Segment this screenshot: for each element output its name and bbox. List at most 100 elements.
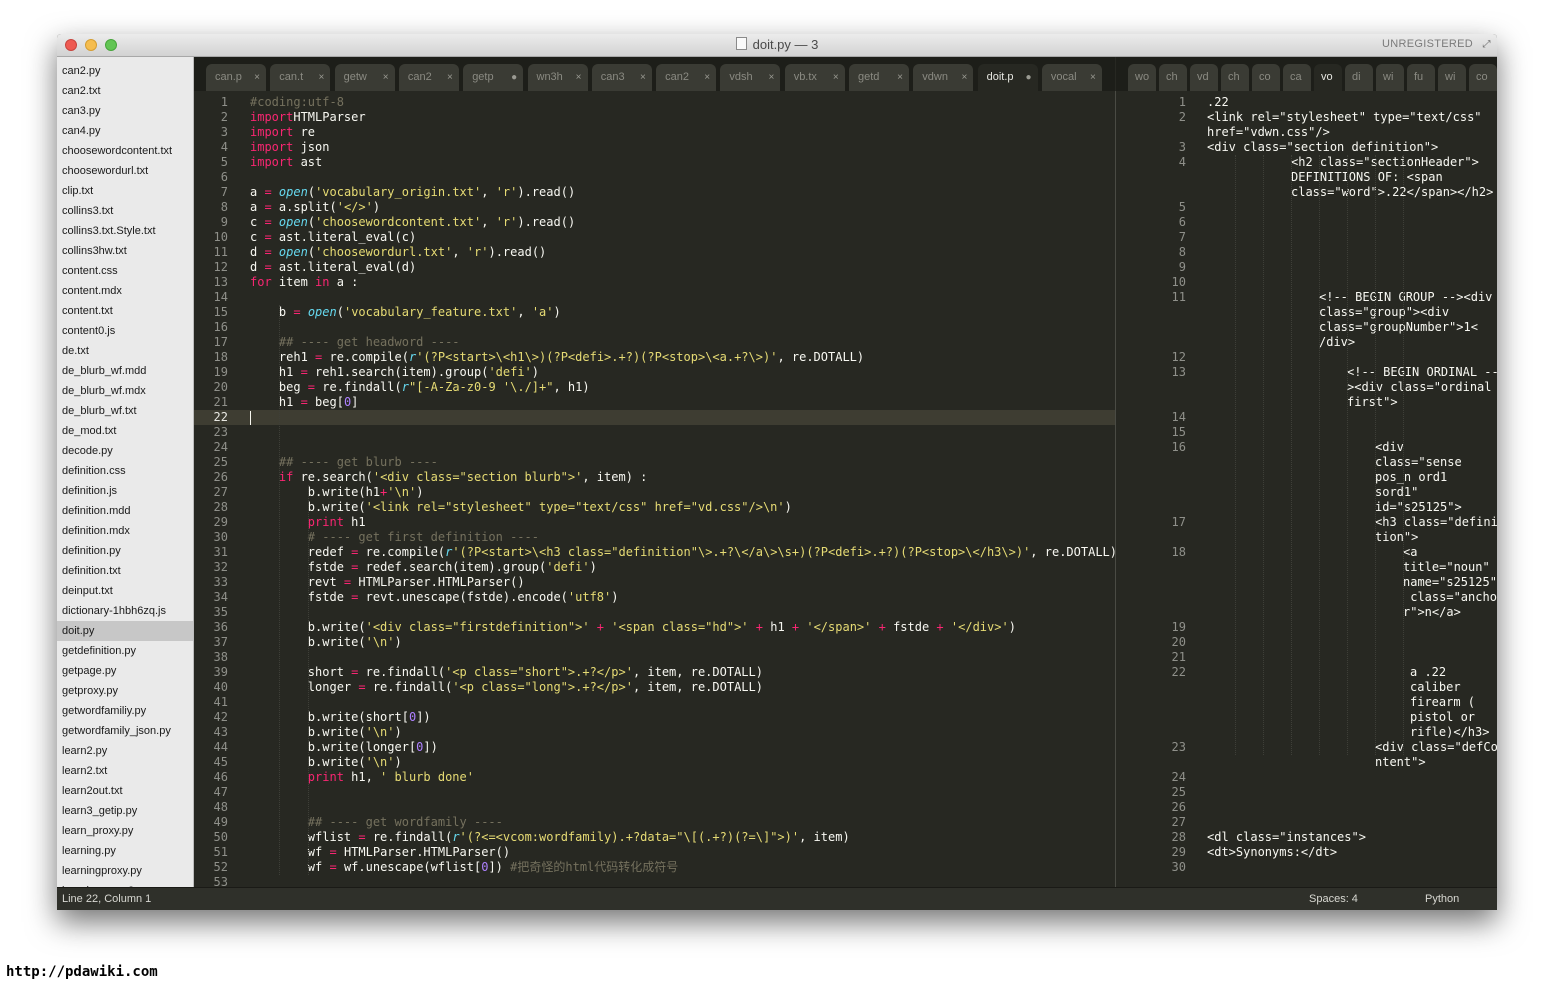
sidebar-file-item[interactable]: learningproxy.py — [57, 861, 193, 881]
sidebar-file-item[interactable]: getproxy.py — [57, 681, 193, 701]
editor-tab[interactable]: can.p × — [206, 64, 266, 91]
code-token: ]) — [488, 860, 511, 874]
sidebar-file-item[interactable]: collins3.txt — [57, 201, 193, 221]
sidebar-file-item[interactable]: can2.txt — [57, 81, 193, 101]
sidebar-file-item[interactable]: clip.txt — [57, 181, 193, 201]
sidebar-file-item[interactable]: choosewordurl.txt — [57, 161, 193, 181]
sidebar-file-item[interactable]: learn2out.txt — [57, 781, 193, 801]
sidebar-file-item[interactable]: learning.py — [57, 841, 193, 861]
sidebar-file-item[interactable]: de_mod.txt — [57, 421, 193, 441]
sidebar-file-item[interactable]: content0.js — [57, 321, 193, 341]
sidebar-file-item[interactable]: content.mdx — [57, 281, 193, 301]
sidebar-file-item[interactable]: decode.py — [57, 441, 193, 461]
sidebar-file-item[interactable]: deinput.txt — [57, 581, 193, 601]
tab-close-icon[interactable]: × — [383, 64, 389, 91]
sidebar-file-item[interactable]: definition.txt — [57, 561, 193, 581]
tab-close-icon[interactable]: × — [254, 64, 260, 91]
line-number: 41 — [213, 695, 228, 709]
tab-close-icon[interactable]: × — [1090, 64, 1096, 91]
editor-tab[interactable]: wi — [1376, 64, 1404, 91]
sidebar-file-item[interactable]: collins3hw.txt — [57, 241, 193, 261]
editor-tab[interactable]: doit.p ● — [977, 64, 1038, 91]
sidebar-file-item[interactable]: dictionary-1hbh6zq.js — [57, 601, 193, 621]
editor-tab[interactable]: can3 × — [591, 64, 652, 91]
line-number: 24 — [1171, 770, 1186, 784]
sidebar-file-item[interactable]: collins3.txt.Style.txt — [57, 221, 193, 241]
tab-close-icon[interactable]: × — [961, 64, 967, 91]
tab-close-icon[interactable]: × — [576, 64, 582, 91]
code-editor-right[interactable]: 1 2 3 4 5 6 7 8 9 10 11 12 13 14 15 16 17 18 19 20 21 22 23 24 2… — [1116, 91, 1497, 887]
sidebar-file-item[interactable]: de.txt — [57, 341, 193, 361]
code-token: , item) — [799, 830, 850, 844]
editor-tab[interactable]: vb.tx × — [784, 64, 845, 91]
sidebar-file-item[interactable]: de_blurb_wf.mdx — [57, 381, 193, 401]
sidebar-file-item[interactable]: learn_proxy.py — [57, 821, 193, 841]
sidebar-file-item[interactable]: definition.mdd — [57, 501, 193, 521]
code-token: fstde — [250, 560, 352, 574]
code-line: wf = HTMLParser.HTMLParser() — [250, 845, 510, 860]
indentation-setting[interactable]: Spaces: 4 — [1309, 888, 1358, 910]
editor-tab[interactable]: can.t × — [270, 64, 331, 91]
sidebar-file-item[interactable]: de_blurb_wf.txt — [57, 401, 193, 421]
sidebar-file-item[interactable]: getdefinition.py — [57, 641, 193, 661]
sidebar-file-item[interactable]: definition.mdx — [57, 521, 193, 541]
sidebar-file-item[interactable]: getwordfamily_json.py — [57, 721, 193, 741]
tab-label: ch — [1166, 71, 1178, 83]
editor-tab[interactable]: ca — [1283, 64, 1311, 91]
tab-close-icon[interactable]: × — [833, 64, 839, 91]
tab-close-icon[interactable]: × — [447, 64, 453, 91]
sidebar-file-item[interactable]: de_blurb_wf.mdd — [57, 361, 193, 381]
code-line: c = open('choosewordcontent.txt', 'r').r… — [250, 215, 575, 230]
sidebar-file-item[interactable]: learn2.py — [57, 741, 193, 761]
editor-tab[interactable]: vd — [1190, 64, 1218, 91]
sidebar-file-item[interactable]: can2.py — [57, 61, 193, 81]
unsaved-dot-icon[interactable]: ● — [1026, 64, 1032, 91]
sidebar-file-item[interactable]: can3.py — [57, 101, 193, 121]
indent-guide — [1263, 155, 1264, 755]
editor-tab[interactable]: getp ● — [463, 64, 524, 91]
editor-tab[interactable]: fu — [1407, 64, 1435, 91]
editor-tab[interactable]: can2 × — [398, 64, 459, 91]
sidebar-file-item[interactable]: getpage.py — [57, 661, 193, 681]
indent-guide — [1347, 155, 1348, 755]
sidebar-file-item[interactable]: definition.css — [57, 461, 193, 481]
tab-close-icon[interactable]: × — [318, 64, 324, 91]
tab-close-icon[interactable]: × — [640, 64, 646, 91]
sidebar-file-item[interactable]: definition.py — [57, 541, 193, 561]
syntax-selector[interactable]: Python — [1425, 888, 1459, 910]
code-token: HTMLParser — [293, 110, 366, 124]
editor-tab[interactable]: ch — [1221, 64, 1249, 91]
sidebar-file-item[interactable]: can4.py — [57, 121, 193, 141]
editor-tab[interactable]: vdwn × — [913, 64, 974, 91]
sidebar-file-item[interactable]: learn2.txt — [57, 761, 193, 781]
sidebar-file-item[interactable]: doit.py — [57, 621, 193, 641]
sidebar-file-item[interactable]: learn3_getip.py — [57, 801, 193, 821]
editor-tab[interactable]: wo — [1128, 64, 1156, 91]
editor-tab[interactable]: vo — [1314, 64, 1342, 91]
editor-tab[interactable]: ch — [1159, 64, 1187, 91]
sidebar-file-item[interactable]: getwordfamiliy.py — [57, 701, 193, 721]
editor-tab[interactable]: wn3h × — [527, 64, 588, 91]
sidebar-file-item[interactable]: content.css — [57, 261, 193, 281]
editor-tab[interactable]: di — [1345, 64, 1373, 91]
editor-tab[interactable]: co — [1469, 64, 1497, 91]
code-editor-left[interactable]: 1 2 3 4 5 6 7 8 9 10 11 12 13 14 15 16 17 18 19 20 21 22 23 24 2… — [194, 91, 1117, 889]
fullscreen-icon[interactable]: ⤢ — [1481, 39, 1492, 50]
tab-close-icon[interactable]: × — [897, 64, 903, 91]
editor-tab[interactable]: getw × — [334, 64, 395, 91]
unsaved-dot-icon[interactable]: ● — [511, 64, 517, 91]
code-token: = — [264, 230, 272, 244]
editor-tab[interactable]: vocal × — [1041, 64, 1102, 91]
tab-close-icon[interactable]: × — [769, 64, 775, 91]
sidebar-file-item[interactable]: content.txt — [57, 301, 193, 321]
editor-tab[interactable]: getd × — [849, 64, 909, 91]
line-number: 10 — [213, 230, 228, 244]
editor-tab[interactable]: wi — [1438, 64, 1466, 91]
editor-tab[interactable]: co — [1252, 64, 1280, 91]
code-token: '\n' — [365, 755, 395, 769]
sidebar-file-item[interactable]: definition.js — [57, 481, 193, 501]
tab-close-icon[interactable]: × — [704, 64, 710, 91]
sidebar-file-item[interactable]: choosewordcontent.txt — [57, 141, 193, 161]
editor-tab[interactable]: can2 × — [656, 64, 717, 91]
editor-tab[interactable]: vdsh × — [720, 64, 781, 91]
